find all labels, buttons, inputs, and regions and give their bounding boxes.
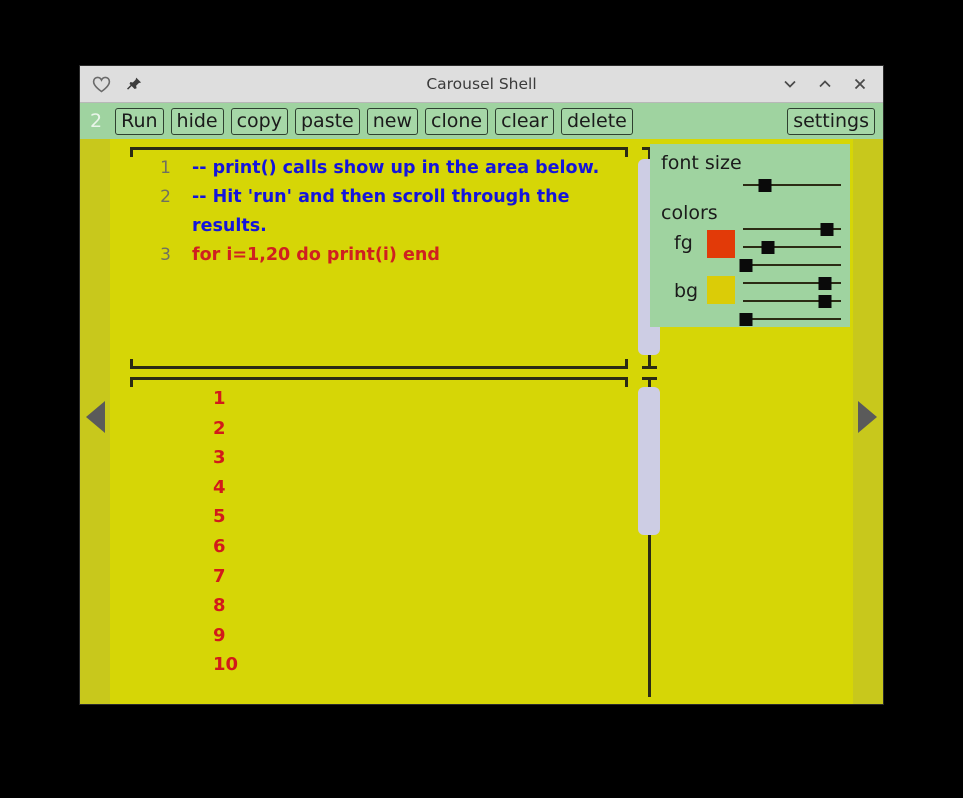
- settings-button[interactable]: settings: [787, 107, 875, 135]
- carousel-next-arrow[interactable]: [858, 401, 877, 433]
- slider-knob[interactable]: [818, 277, 832, 290]
- output-line: 9: [213, 624, 226, 646]
- heart-icon[interactable]: [90, 73, 112, 95]
- copy-button[interactable]: copy: [230, 107, 288, 135]
- output-scrollbar-thumb[interactable]: [638, 387, 660, 535]
- output-line: 1: [213, 388, 226, 409]
- close-icon[interactable]: [850, 74, 870, 94]
- colors-label: colors: [661, 202, 718, 224]
- slider-rail: [743, 264, 841, 266]
- code-editor-pane[interactable]: 1 -- print() calls show up in the area b…: [130, 147, 628, 369]
- slider-knob[interactable]: [761, 241, 774, 254]
- carousel-page: 1 -- print() calls show up in the area b…: [110, 139, 853, 704]
- pin-icon[interactable]: [123, 73, 145, 95]
- chevron-up-icon[interactable]: [815, 74, 835, 94]
- title-bar-left-icons: [80, 73, 145, 95]
- line-text: -- print() calls show up in the area bel…: [192, 158, 600, 178]
- code-line: 1 -- print() calls show up in the area b…: [130, 154, 628, 183]
- output-pane[interactable]: 1 2 3 4 5 6 7 8 9 10: [130, 377, 628, 697]
- line-number: 1: [160, 158, 171, 178]
- paste-button[interactable]: paste: [295, 107, 360, 135]
- line-text: for i=1,20 do print(i) end: [192, 245, 440, 265]
- code-line: 3 for i=1,20 do print(i) end: [130, 241, 628, 270]
- window-title: Carousel Shell: [426, 75, 537, 93]
- application-window: Carousel Shell 2 Run hide copy paste new: [80, 66, 883, 704]
- window-body: 1 -- print() calls show up in the area b…: [80, 139, 883, 704]
- output-text: 1 2 3 4 5 6 7 8 9 10: [130, 377, 628, 697]
- slider-knob[interactable]: [818, 295, 832, 308]
- code-line: 2 -- Hit 'run' and then scroll through t…: [130, 183, 628, 212]
- settings-panel: font size colors fg bg: [650, 144, 850, 327]
- slider-knob[interactable]: [820, 223, 834, 236]
- font-size-label: font size: [661, 152, 742, 174]
- bg-red-slider[interactable]: [743, 276, 841, 290]
- toolbar: 2 Run hide copy paste new clone clear de…: [80, 103, 883, 139]
- window-controls: [780, 74, 883, 94]
- output-line: 10: [213, 654, 239, 676]
- hide-button[interactable]: hide: [170, 107, 224, 135]
- line-number: 2: [160, 187, 171, 207]
- delete-button[interactable]: delete: [561, 107, 633, 135]
- line-number: 3: [160, 245, 171, 265]
- slider-knob[interactable]: [739, 259, 753, 272]
- bg-color-swatch[interactable]: [707, 276, 735, 304]
- output-line: 6: [213, 535, 226, 557]
- fg-label: fg: [674, 232, 693, 254]
- chevron-down-icon[interactable]: [780, 74, 800, 94]
- output-line: 7: [213, 565, 226, 587]
- code-line-wrapped: results.: [130, 212, 628, 241]
- editor-scrollbar-cap-bottom: [642, 366, 657, 369]
- fg-green-slider[interactable]: [743, 240, 841, 254]
- fg-color-swatch[interactable]: [707, 230, 735, 258]
- slider-rail: [743, 318, 841, 320]
- carousel-prev-arrow[interactable]: [86, 401, 105, 433]
- screen: Carousel Shell 2 Run hide copy paste new: [0, 0, 963, 798]
- clear-button[interactable]: clear: [495, 107, 554, 135]
- new-button[interactable]: new: [366, 107, 419, 135]
- slider-knob[interactable]: [739, 313, 753, 326]
- output-scrollbar[interactable]: [638, 377, 660, 697]
- code-editor-text[interactable]: 1 -- print() calls show up in the area b…: [130, 147, 628, 369]
- fg-red-slider[interactable]: [743, 222, 841, 236]
- line-text: -- Hit 'run' and then scroll through the: [192, 187, 570, 207]
- shell-index-label: 2: [90, 109, 103, 132]
- fg-blue-slider[interactable]: [739, 258, 841, 272]
- output-line: 2: [213, 417, 226, 439]
- bg-label: bg: [674, 280, 699, 302]
- slider-rail: [743, 246, 841, 248]
- slider-knob[interactable]: [758, 179, 772, 192]
- title-bar: Carousel Shell: [80, 66, 883, 103]
- bg-blue-slider[interactable]: [739, 312, 841, 326]
- run-button[interactable]: Run: [115, 107, 164, 135]
- output-scrollbar-cap-top: [642, 377, 657, 380]
- bg-green-slider[interactable]: [743, 294, 841, 308]
- font-size-slider[interactable]: [743, 178, 841, 192]
- clone-button[interactable]: clone: [425, 107, 489, 135]
- output-line: 3: [213, 447, 226, 469]
- output-line: 8: [213, 595, 226, 617]
- line-text: results.: [192, 216, 267, 236]
- output-line: 5: [213, 506, 226, 528]
- output-line: 4: [213, 476, 226, 498]
